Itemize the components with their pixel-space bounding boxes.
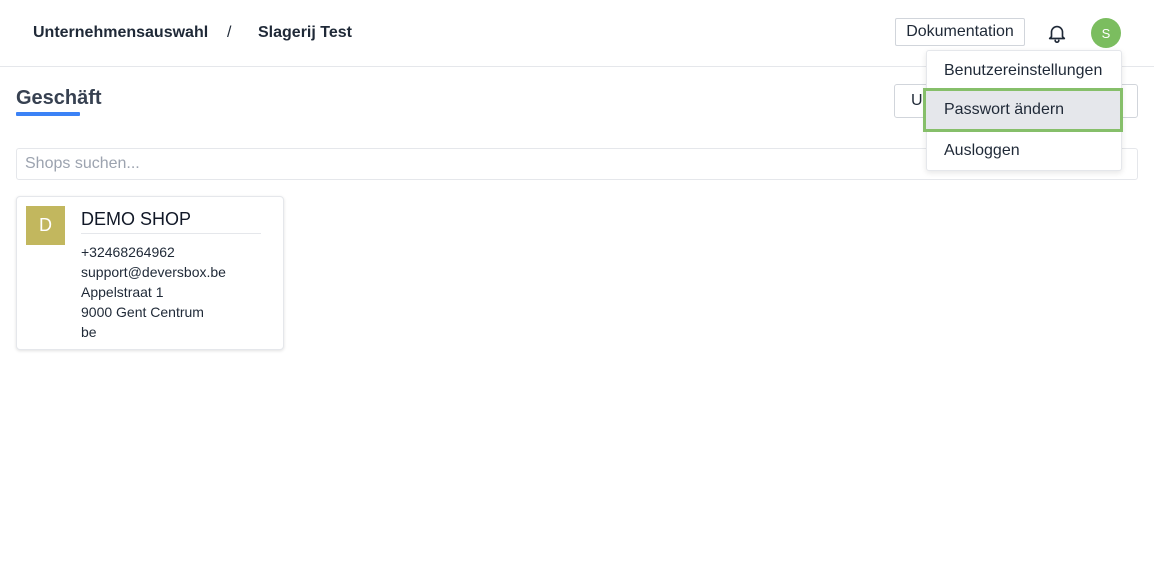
shop-country: be <box>81 324 97 340</box>
menu-item-logout[interactable]: Ausloggen <box>927 131 1123 171</box>
shop-card[interactable]: D DEMO SHOP +32468264962 support@deversb… <box>16 196 284 350</box>
shop-name: DEMO SHOP <box>81 209 192 229</box>
page-title: Geschäft <box>16 87 102 109</box>
title-underline <box>16 112 80 116</box>
shop-avatar: D <box>26 206 65 245</box>
shop-city: 9000 Gent Centrum <box>81 304 204 320</box>
menu-item-label: Benutzereinstellungen <box>944 62 1103 79</box>
menu-item-user-settings[interactable]: Benutzereinstellungen <box>927 51 1123 91</box>
breadcrumb-company-selection[interactable]: Unternehmensauswahl <box>33 24 208 42</box>
bell-icon[interactable] <box>1046 22 1068 44</box>
user-menu-dropdown: Benutzereinstellungen Passwort ändern Au… <box>923 50 1123 171</box>
shop-divider <box>81 233 261 234</box>
menu-item-label: Ausloggen <box>944 142 1020 159</box>
user-avatar-button[interactable]: S <box>1091 18 1121 48</box>
shop-email: support@deversbox.be <box>81 264 226 280</box>
breadcrumb-separator: / <box>227 24 232 41</box>
shop-phone: +32468264962 <box>81 244 175 260</box>
menu-item-label: Passwort ändern <box>944 101 1065 118</box>
shop-street: Appelstraat 1 <box>81 284 164 300</box>
menu-item-change-password[interactable]: Passwort ändern <box>923 88 1123 132</box>
documentation-button[interactable]: Dokumentation <box>895 18 1025 46</box>
breadcrumb-current-company: Slagerij Test <box>258 24 352 41</box>
